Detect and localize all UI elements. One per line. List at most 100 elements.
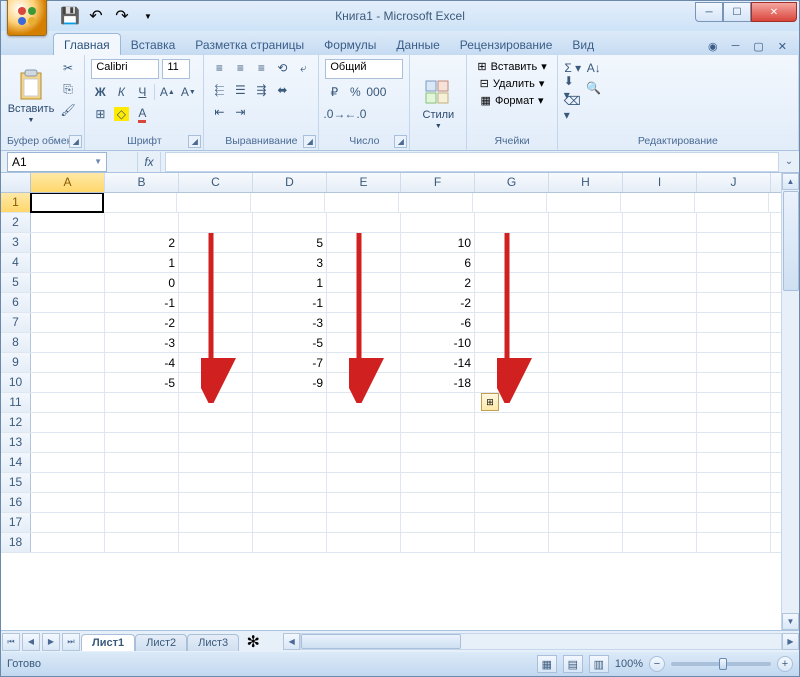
cell-A15[interactable]	[31, 473, 105, 492]
cell-D4[interactable]: 3	[253, 253, 327, 272]
cell-B8[interactable]: -3	[105, 333, 179, 352]
cell-B13[interactable]	[105, 433, 179, 452]
cell-H17[interactable]	[549, 513, 623, 532]
cell-C1[interactable]	[177, 193, 251, 212]
mdi-minimize[interactable]: ─	[728, 38, 744, 55]
row-header-11[interactable]: 11	[1, 393, 31, 412]
cell-I10[interactable]	[623, 373, 697, 392]
cell-H10[interactable]	[549, 373, 623, 392]
sheet-nav-next[interactable]: ▶	[42, 633, 60, 651]
comma-button[interactable]: 000	[367, 83, 385, 101]
cell-I3[interactable]	[623, 233, 697, 252]
cell-F12[interactable]	[401, 413, 475, 432]
cell-H13[interactable]	[549, 433, 623, 452]
cell-C18[interactable]	[179, 533, 253, 552]
grow-font-button[interactable]: A▲	[158, 83, 176, 101]
sheet-nav-prev[interactable]: ◀	[22, 633, 40, 651]
scroll-up[interactable]: ▲	[782, 173, 799, 190]
row-header-12[interactable]: 12	[1, 413, 31, 432]
zoom-out[interactable]: −	[649, 656, 665, 672]
row-header-10[interactable]: 10	[1, 373, 31, 392]
cell-F6[interactable]: -2	[401, 293, 475, 312]
cell-J12[interactable]	[697, 413, 771, 432]
underline-button[interactable]: Ч	[133, 83, 151, 101]
cell-D18[interactable]	[253, 533, 327, 552]
scroll-thumb-h[interactable]	[301, 634, 461, 649]
cell-H7[interactable]	[549, 313, 623, 332]
decrease-decimal[interactable]: ←.0	[346, 105, 364, 123]
cell-F10[interactable]: -18	[401, 373, 475, 392]
cell-C13[interactable]	[179, 433, 253, 452]
cell-G8[interactable]	[475, 333, 549, 352]
cell-G12[interactable]	[475, 413, 549, 432]
mdi-restore[interactable]: ▢	[749, 38, 767, 55]
format-painter-button[interactable]: 🖌	[59, 101, 77, 119]
cell-F8[interactable]: -10	[401, 333, 475, 352]
cell-G6[interactable]	[475, 293, 549, 312]
increase-indent[interactable]: ⇥	[231, 103, 249, 121]
cell-A12[interactable]	[31, 413, 105, 432]
row-header-18[interactable]: 18	[1, 533, 31, 552]
cell-C6[interactable]	[179, 293, 253, 312]
col-header-G[interactable]: G	[475, 173, 549, 192]
cell-I9[interactable]	[623, 353, 697, 372]
zoom-level[interactable]: 100%	[615, 658, 643, 670]
scroll-thumb-v[interactable]	[783, 191, 799, 291]
number-launcher[interactable]: ◢	[394, 135, 407, 148]
cell-B9[interactable]: -4	[105, 353, 179, 372]
italic-button[interactable]: К	[112, 83, 130, 101]
help-button[interactable]: ◉	[704, 38, 722, 55]
cell-H9[interactable]	[549, 353, 623, 372]
row-header-15[interactable]: 15	[1, 473, 31, 492]
cell-B6[interactable]: -1	[105, 293, 179, 312]
cell-A7[interactable]	[31, 313, 105, 332]
zoom-slider[interactable]	[671, 662, 771, 666]
cell-H12[interactable]	[549, 413, 623, 432]
cell-G5[interactable]	[475, 273, 549, 292]
find-button[interactable]: 🔍	[585, 79, 603, 97]
cell-B10[interactable]: -5	[105, 373, 179, 392]
close-button[interactable]: ✕	[751, 2, 797, 22]
cell-A16[interactable]	[31, 493, 105, 512]
format-cells[interactable]: ▦Формат ▾	[473, 93, 550, 108]
cell-A17[interactable]	[31, 513, 105, 532]
maximize-button[interactable]: ☐	[723, 2, 751, 22]
row-header-14[interactable]: 14	[1, 453, 31, 472]
cell-H4[interactable]	[549, 253, 623, 272]
cell-A13[interactable]	[31, 433, 105, 452]
row-header-2[interactable]: 2	[1, 213, 31, 232]
cell-F2[interactable]	[401, 213, 475, 232]
merge-button[interactable]: ⬌	[273, 81, 291, 99]
cell-I11[interactable]	[623, 393, 697, 412]
cell-J13[interactable]	[697, 433, 771, 452]
paste-button[interactable]: Вставить ▼	[7, 59, 55, 133]
row-header-17[interactable]: 17	[1, 513, 31, 532]
shrink-font-button[interactable]: A▼	[179, 83, 197, 101]
row-header-6[interactable]: 6	[1, 293, 31, 312]
row-header-4[interactable]: 4	[1, 253, 31, 272]
cell-E6[interactable]	[327, 293, 401, 312]
cell-I18[interactable]	[623, 533, 697, 552]
cell-H14[interactable]	[549, 453, 623, 472]
cell-F11[interactable]	[401, 393, 475, 412]
cell-H15[interactable]	[549, 473, 623, 492]
cell-A5[interactable]	[31, 273, 105, 292]
col-header-H[interactable]: H	[549, 173, 623, 192]
cell-C5[interactable]	[179, 273, 253, 292]
cell-C16[interactable]	[179, 493, 253, 512]
row-header-7[interactable]: 7	[1, 313, 31, 332]
cell-I1[interactable]	[621, 193, 695, 212]
align-center[interactable]: ☰	[231, 81, 249, 99]
cell-A2[interactable]	[31, 213, 105, 232]
cell-J11[interactable]	[697, 393, 771, 412]
cell-B11[interactable]	[105, 393, 179, 412]
col-header-F[interactable]: F	[401, 173, 475, 192]
col-header-A[interactable]: A	[31, 173, 105, 192]
cell-H1[interactable]	[547, 193, 621, 212]
cell-J8[interactable]	[697, 333, 771, 352]
cell-H8[interactable]	[549, 333, 623, 352]
fill-color-button[interactable]: ◇	[112, 105, 130, 123]
cell-J2[interactable]	[697, 213, 771, 232]
cell-G16[interactable]	[475, 493, 549, 512]
tab-data[interactable]: Данные	[386, 34, 449, 55]
